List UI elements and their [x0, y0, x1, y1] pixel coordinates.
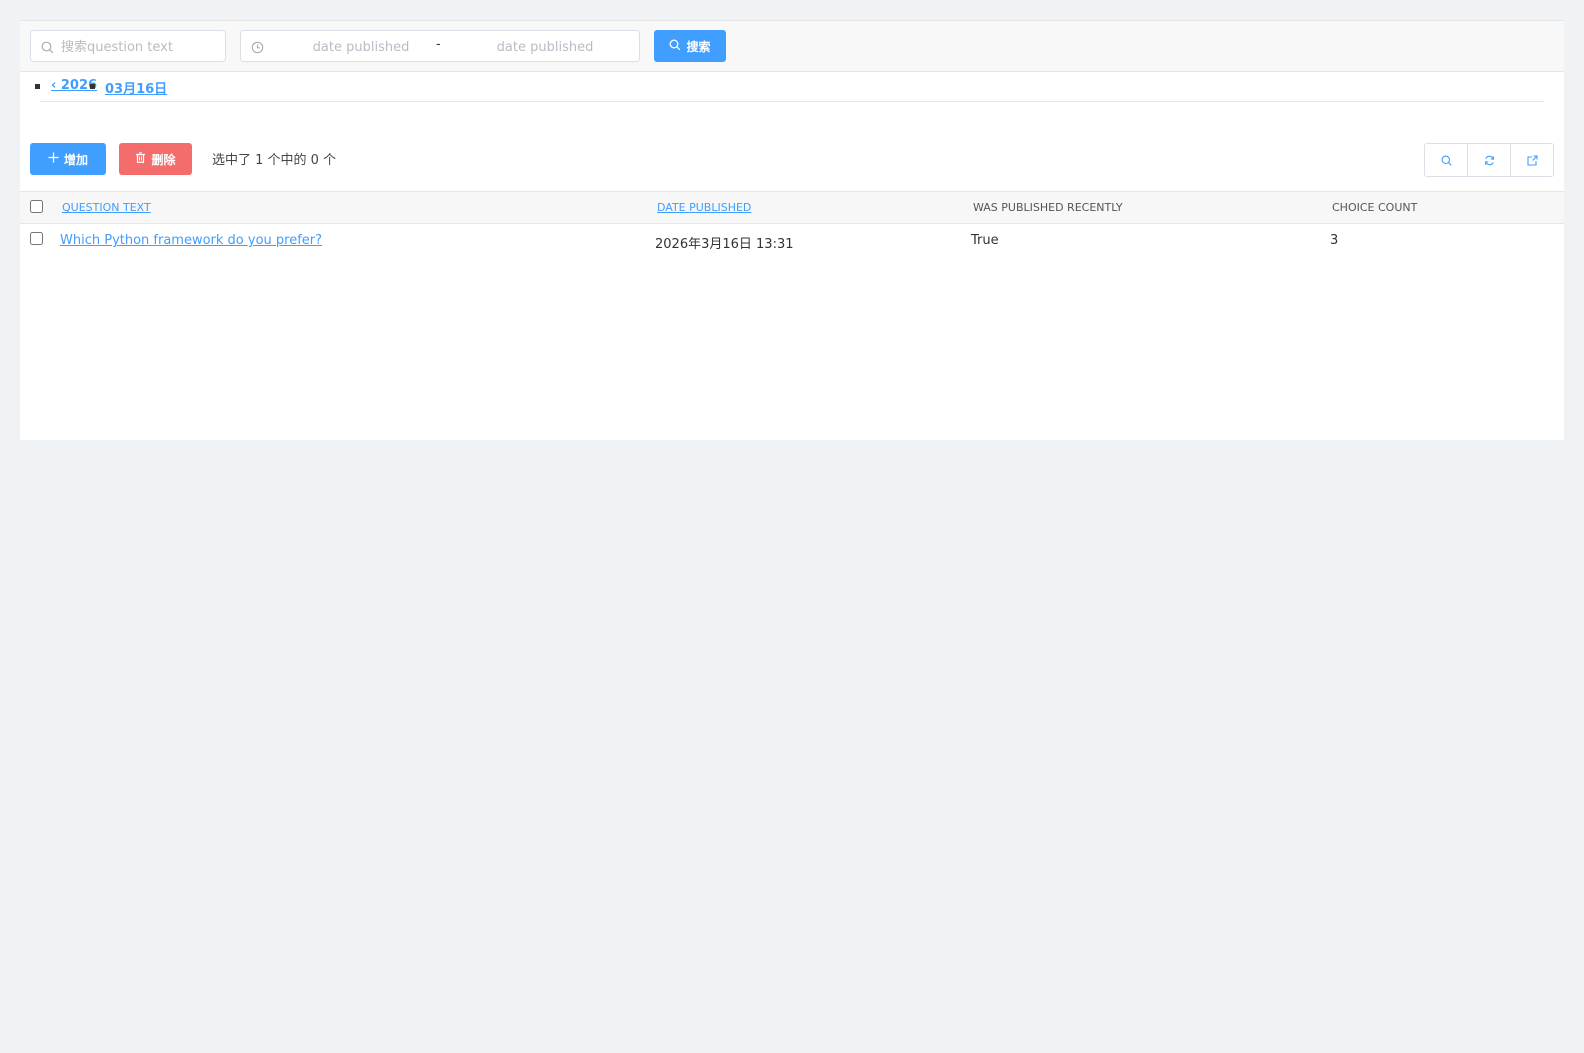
filter-bar: - 搜索: [20, 20, 1564, 72]
question-link[interactable]: Which Python framework do you prefer?: [60, 233, 322, 248]
search-box[interactable]: [30, 30, 226, 63]
date-range-picker[interactable]: -: [240, 30, 640, 63]
table-header: QUESTION TEXT DATE PUBLISHED WAS PUBLISH…: [20, 191, 1564, 224]
search-button-label: 搜索: [686, 39, 711, 54]
table-tools: [1424, 143, 1554, 177]
table-row: Which Python framework do you prefer? 20…: [20, 224, 1564, 258]
add-button-label: 增加: [63, 152, 88, 167]
refresh-button[interactable]: [1468, 144, 1511, 176]
export-button[interactable]: [1511, 144, 1553, 176]
trash-icon: [135, 152, 146, 166]
date-hierarchy: ‹ 2026 03月16日: [35, 72, 1544, 102]
search-icon: [41, 39, 54, 58]
bullet: [35, 84, 40, 89]
column-date-published[interactable]: DATE PUBLISHED: [657, 201, 751, 214]
search-icon: [669, 39, 681, 54]
plus-icon: [48, 152, 59, 166]
select-all-checkbox[interactable]: [30, 200, 43, 213]
add-button[interactable]: 增加: [30, 143, 106, 175]
date-end-input[interactable]: [463, 31, 627, 63]
export-icon: [1526, 151, 1538, 170]
breadcrumb-day-link[interactable]: 03月16日: [105, 78, 167, 97]
column-question-text[interactable]: QUESTION TEXT: [62, 201, 151, 214]
choice-count-cell: 3: [1330, 233, 1339, 248]
row-checkbox[interactable]: [30, 232, 43, 245]
refresh-icon: [1484, 151, 1495, 170]
search-icon: [1441, 151, 1452, 170]
delete-button[interactable]: 删除: [119, 143, 192, 175]
date-start-input[interactable]: [279, 31, 443, 63]
search-input[interactable]: [59, 31, 223, 63]
toggle-search-button[interactable]: [1425, 144, 1468, 176]
clock-icon: [251, 39, 264, 58]
main-panel: - 搜索 ‹ 2026 03月16日 增加 删除 选中了 1 个中的 0 个: [20, 20, 1564, 440]
selection-counter: 选中了 1 个中的 0 个: [212, 153, 337, 168]
was-published-recently-cell: True: [971, 233, 999, 248]
column-was-published-recently: WAS PUBLISHED RECENTLY: [973, 201, 1123, 214]
bullet: [90, 84, 95, 89]
date-separator: -: [436, 37, 441, 52]
delete-button-label: 删除: [151, 152, 176, 167]
date-published-cell: 2026年3月16日 13:31: [655, 237, 794, 252]
search-button[interactable]: 搜索: [654, 30, 726, 62]
column-choice-count: CHOICE COUNT: [1332, 201, 1418, 214]
